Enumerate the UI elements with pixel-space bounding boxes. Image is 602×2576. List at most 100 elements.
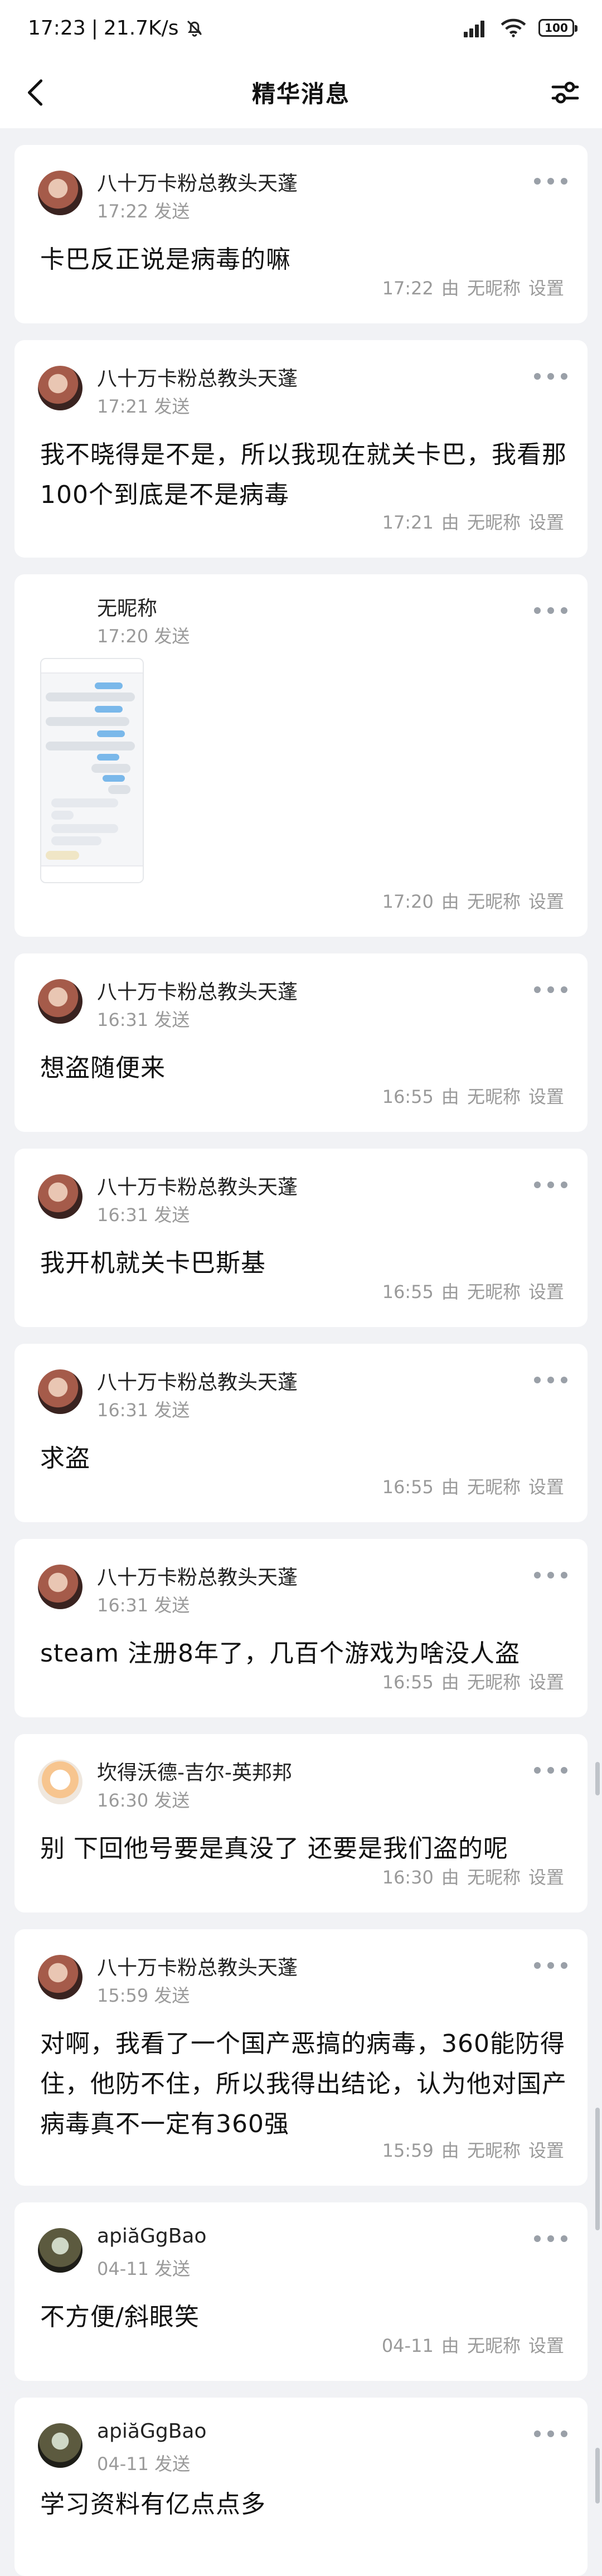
message-card[interactable]: apiăGgBao 04-11 发送 不方便/斜眼笑 04-11 由 无昵称 设置: [14, 2202, 588, 2381]
settings-link[interactable]: 设置: [528, 891, 564, 912]
message-card[interactable]: 八十万卡粉总教头天蓬 16:31 发送 我开机就关卡巴斯基 16:55 由 无昵称…: [14, 1149, 588, 1327]
message-card[interactable]: 坎得沃德-吉尔-英邦邦 16:30 发送 别 下回他号要是真没了 还要是我们盗的…: [14, 1734, 588, 1912]
settings-link[interactable]: 设置: [528, 278, 564, 299]
avatar[interactable]: [38, 1760, 82, 1804]
set-time: 15:59: [382, 2140, 434, 2161]
more-icon[interactable]: [534, 1567, 567, 1584]
back-button[interactable]: [20, 77, 51, 108]
sent-time: 04-11 发送: [97, 2258, 191, 2279]
set-time: 16:55: [382, 1281, 434, 1302]
sender-name[interactable]: apiăGgBao: [97, 2225, 207, 2248]
message-card[interactable]: 八十万卡粉总教头天蓬 16:31 发送 steam 注册8年了，几百个游戏为啥没…: [14, 1539, 588, 1717]
settings-link[interactable]: 设置: [528, 512, 564, 533]
filter-button[interactable]: [548, 76, 582, 109]
status-time: 17:23: [28, 16, 86, 40]
card-meta: 17:22 由 无昵称 设置: [375, 274, 564, 300]
set-time: 16:55: [382, 1086, 434, 1107]
avatar[interactable]: [38, 2228, 82, 2273]
message-card[interactable]: 无昵称 17:20 发送 17:20 由 无昵称 设置: [14, 574, 588, 937]
avatar[interactable]: [38, 2423, 82, 2468]
settings-link[interactable]: 设置: [528, 1476, 564, 1498]
card-meta: 04-11 由 无昵称 设置: [374, 2332, 564, 2357]
scrollbar[interactable]: [595, 2448, 600, 2504]
message-card[interactable]: 八十万卡粉总教头天蓬 15:59 发送 对啊，我看了一个国产恶搞的病毒，360能…: [14, 1929, 588, 2186]
message-card[interactable]: 八十万卡粉总教头天蓬 16:31 发送 想盗随便来 16:55 由 无昵称 设置: [14, 953, 588, 1132]
set-time: 17:20: [382, 891, 434, 912]
card-meta: 17:20 由 无昵称 设置: [375, 888, 564, 913]
scrollbar[interactable]: [595, 2108, 600, 2230]
battery-icon: 100: [538, 19, 577, 37]
message-card[interactable]: 八十万卡粉总教头天蓬 16:31 发送 求盗 16:55 由 无昵称 设置: [14, 1344, 588, 1522]
more-icon[interactable]: [534, 1176, 567, 1193]
more-icon[interactable]: [534, 1372, 567, 1388]
card-meta: 17:21 由 无昵称 设置: [375, 509, 564, 534]
set-by: 由 无昵称: [441, 1672, 521, 1693]
card-meta: 16:55 由 无昵称 设置: [375, 1278, 564, 1304]
settings-link[interactable]: 设置: [528, 1086, 564, 1107]
more-icon[interactable]: [534, 173, 567, 190]
sender-name[interactable]: 八十万卡粉总教头天蓬: [97, 1952, 298, 1981]
more-icon[interactable]: [534, 368, 567, 385]
sender-name[interactable]: 八十万卡粉总教头天蓬: [97, 976, 298, 1005]
avatar[interactable]: [38, 1955, 82, 1999]
sent-time: 17:20 发送: [97, 626, 190, 647]
sender-name[interactable]: 八十万卡粉总教头天蓬: [97, 167, 298, 196]
sender-name[interactable]: 八十万卡粉总教头天蓬: [97, 1171, 298, 1200]
set-by: 由 无昵称: [441, 512, 521, 533]
wifi-icon: [501, 18, 526, 37]
sent-time: 17:21 发送: [97, 396, 190, 417]
sent-time: 16:31 发送: [97, 1204, 190, 1226]
settings-link[interactable]: 设置: [528, 2335, 564, 2356]
avatar[interactable]: [38, 1369, 82, 1414]
battery-level: 100: [545, 21, 568, 35]
status-divider: |: [91, 16, 98, 40]
message-text: 我不晓得是不是，所以我现在就关卡巴，我看那100个到底是不是病毒: [40, 440, 567, 509]
more-icon[interactable]: [534, 602, 567, 619]
status-right: 100: [458, 18, 577, 37]
avatar[interactable]: [38, 171, 82, 215]
card-meta: 15:59 由 无昵称 设置: [375, 2137, 564, 2162]
set-by: 由 无昵称: [441, 1281, 521, 1302]
signal-icon: [458, 18, 488, 37]
message-card[interactable]: 八十万卡粉总教头天蓬 17:21 发送 我不晓得是不是，所以我现在就关卡巴，我看…: [14, 340, 588, 558]
settings-link[interactable]: 设置: [528, 1281, 564, 1302]
more-icon[interactable]: [534, 1957, 567, 1974]
set-by: 由 无昵称: [441, 891, 521, 912]
sliders-icon: [551, 81, 579, 104]
avatar[interactable]: [38, 366, 82, 410]
sender-name[interactable]: 坎得沃德-吉尔-英邦邦: [97, 1756, 292, 1785]
settings-link[interactable]: 设置: [528, 1672, 564, 1693]
more-icon[interactable]: [534, 2230, 567, 2247]
avatar[interactable]: [38, 1174, 82, 1219]
sender-name[interactable]: 八十万卡粉总教头天蓬: [97, 1366, 298, 1395]
more-icon[interactable]: [534, 1762, 567, 1779]
avatar[interactable]: [38, 979, 82, 1024]
message-card[interactable]: apiăGgBao 04-11 发送 学习资料有亿点点多: [14, 2398, 588, 2576]
set-time: 17:21: [382, 512, 434, 533]
message-text: 对啊，我看了一个国产恶搞的病毒，360能防得住，他防不住，所以我得出结论，认为他…: [40, 2030, 567, 2138]
sent-time: 16:31 发送: [97, 1400, 190, 1421]
sender-name[interactable]: 无昵称: [97, 592, 157, 621]
set-time: 04-11: [381, 2335, 434, 2356]
avatar[interactable]: [38, 1565, 82, 1609]
set-time: 16:55: [382, 1672, 434, 1693]
more-icon[interactable]: [534, 2425, 567, 2442]
set-by: 由 无昵称: [441, 2335, 521, 2356]
sender-name[interactable]: apiăGgBao: [97, 2420, 207, 2443]
sender-name[interactable]: 八十万卡粉总教头天蓬: [97, 1561, 298, 1590]
more-icon[interactable]: [534, 981, 567, 998]
sender-name[interactable]: 八十万卡粉总教头天蓬: [97, 362, 298, 391]
set-time: 16:55: [382, 1476, 434, 1498]
sent-time: 04-11 发送: [97, 2453, 191, 2475]
set-by: 由 无昵称: [441, 1867, 521, 1888]
message-card[interactable]: 八十万卡粉总教头天蓬 17:22 发送 卡巴反正说是病毒的嘛 17:22 由 无昵…: [14, 145, 588, 323]
settings-link[interactable]: 设置: [528, 1867, 564, 1888]
set-by: 由 无昵称: [441, 278, 521, 299]
chevron-left-icon: [27, 79, 43, 106]
bell-off-icon: [187, 20, 202, 37]
scrollbar[interactable]: [595, 1762, 600, 1795]
sent-time: 16:30 发送: [97, 1790, 190, 1811]
screenshot-thumbnail[interactable]: [40, 658, 144, 883]
set-time: 17:22: [382, 278, 434, 299]
settings-link[interactable]: 设置: [528, 2140, 564, 2161]
